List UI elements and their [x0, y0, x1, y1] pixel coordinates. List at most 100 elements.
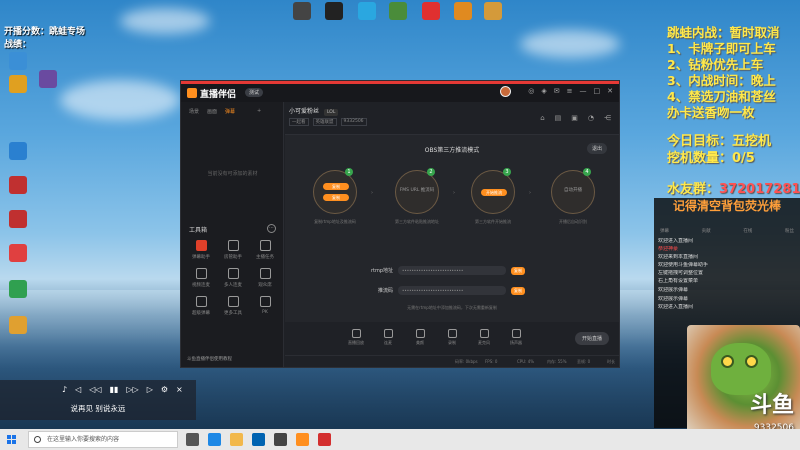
- douyu-companion-icon[interactable]: [296, 433, 309, 446]
- clipboard-icon[interactable]: ▣: [571, 114, 578, 122]
- bottom-tool[interactable]: 直播回放: [343, 329, 369, 346]
- room-category-tag[interactable]: LOL: [323, 109, 339, 116]
- toolbox-more-icon[interactable]: ⋯: [267, 224, 276, 233]
- mail-icon[interactable]: [274, 433, 287, 446]
- bottom-tool[interactable]: 录制: [439, 329, 465, 346]
- menu-icon[interactable]: ≡: [567, 87, 573, 95]
- companion-app-window[interactable]: 直播伴侣 测试 ◎ ◈ ✉ ≡ — □ ✕ 场景 画面 弹幕 + 当前没有可添加的素材…: [180, 80, 620, 368]
- user-avatar[interactable]: [500, 86, 511, 97]
- tool-item[interactable]: 观众席: [249, 268, 281, 288]
- minimize-icon[interactable]: —: [580, 87, 587, 95]
- player-control-icon[interactable]: ▷▷: [126, 385, 138, 394]
- taskbar-search-input[interactable]: 在这里输入你要搜索的内容: [28, 431, 178, 448]
- gift-icon[interactable]: ⌂: [540, 114, 544, 122]
- exit-mode-button[interactable]: 退出: [586, 143, 607, 154]
- tool-label: 观众席: [258, 283, 272, 288]
- step-number: 4: [583, 168, 591, 176]
- desktop-shortcut[interactable]: [473, 2, 513, 22]
- bottom-tool[interactable]: 麦克风: [471, 329, 497, 346]
- sidebar-tab[interactable]: 画面: [207, 108, 217, 115]
- room-sub-info: 一起看 英雄联盟 9332506: [289, 118, 367, 126]
- player-control-icon[interactable]: ▷: [147, 385, 153, 394]
- room-name[interactable]: 小可爱粉丝: [289, 108, 319, 115]
- desktop-shortcut[interactable]: [0, 142, 38, 162]
- player-control-icon[interactable]: ⚙: [161, 385, 168, 394]
- overlay-fans-group: 水友群：372017281: [667, 178, 800, 197]
- bottom-tool[interactable]: 连麦: [375, 329, 401, 346]
- skin-icon[interactable]: ◈: [541, 87, 546, 95]
- player-control-icon[interactable]: ▮▮: [110, 385, 119, 394]
- start-icon[interactable]: [7, 435, 16, 444]
- chat-line: 恭迎神豪: [658, 246, 679, 252]
- search-placeholder: 在这里输入你要搜索的内容: [47, 436, 120, 443]
- desktop-shortcut[interactable]: [0, 176, 38, 196]
- player-control-icon[interactable]: ♪: [62, 385, 67, 394]
- desktop-shortcut[interactable]: [0, 210, 38, 230]
- app-icon: [293, 2, 311, 20]
- bottom-tool-icon: [383, 329, 393, 338]
- tool-item[interactable]: 主播任务: [249, 240, 281, 260]
- edge-icon[interactable]: [208, 433, 221, 446]
- app-icon: [9, 244, 27, 262]
- tool-item[interactable]: PK: [249, 296, 281, 316]
- chat-tab[interactable]: 粉丝: [785, 228, 794, 235]
- sidebar-tutorial-link[interactable]: 斗鱼直播伴侣使用教程: [187, 356, 232, 362]
- chat-line: 欢迎进入直播间: [658, 304, 694, 310]
- task-view-icon[interactable]: [186, 433, 199, 446]
- room-sub-item[interactable]: 9332506: [340, 118, 367, 126]
- room-sub-item[interactable]: 英雄联盟: [312, 118, 337, 126]
- overlay-rule-line: 办卡送香吻一枚: [667, 105, 755, 120]
- player-control-icon[interactable]: ×: [176, 385, 183, 394]
- tool-item[interactable]: 房管助手: [217, 240, 249, 260]
- lock-icon[interactable]: ▤: [555, 114, 562, 122]
- start-live-button[interactable]: 开始直播: [574, 332, 609, 345]
- chat-tab[interactable]: 在线: [743, 228, 752, 235]
- app-title-bar[interactable]: 直播伴侣 测试 ◎ ◈ ✉ ≡ — □ ✕: [181, 81, 619, 102]
- copy-rtmp-button[interactable]: 复制: [511, 266, 525, 275]
- taskbar-apps: [186, 433, 331, 446]
- maximize-icon[interactable]: □: [594, 87, 601, 95]
- mail-icon[interactable]: ✉: [554, 87, 560, 95]
- tool-item[interactable]: 弹幕助手: [185, 240, 217, 260]
- tool-icon: [195, 296, 207, 307]
- sidebar-tab[interactable]: 弹幕: [225, 108, 235, 115]
- tool-item[interactable]: 超级弹幕: [185, 296, 217, 316]
- tool-item[interactable]: 视频连麦: [185, 268, 217, 288]
- app-icon: [325, 2, 343, 20]
- rtmp-input[interactable]: ••••••••••••••••••••••••••: [398, 266, 506, 275]
- headset-icon[interactable]: ◎: [528, 87, 534, 95]
- bottom-tool[interactable]: 美颜: [407, 329, 433, 346]
- mascot-brand: 斗鱼: [749, 393, 794, 418]
- room-sub-item[interactable]: 一起看: [289, 118, 309, 126]
- sidebar-empty-text: 当前没有可添加的素材: [207, 171, 258, 177]
- bottom-tool[interactable]: 扬声器: [503, 329, 529, 346]
- add-tab-icon[interactable]: +: [257, 108, 261, 115]
- chat-tab[interactable]: 弹幕: [660, 228, 669, 235]
- tool-item[interactable]: 多人连麦: [217, 268, 249, 288]
- tool-item[interactable]: 更多工具: [217, 296, 249, 316]
- tool-icon: [195, 240, 207, 251]
- copy-key-button[interactable]: 复制: [511, 286, 525, 295]
- key-input[interactable]: ••••••••••••••••••••••••••: [398, 286, 506, 295]
- share-icon[interactable]: ⋲: [604, 114, 611, 122]
- chat-line: 欢迎进入直播间: [658, 238, 694, 244]
- desktop-shortcut[interactable]: [28, 70, 68, 90]
- store-icon[interactable]: [252, 433, 265, 446]
- explorer-icon[interactable]: [230, 433, 243, 446]
- netease-music-icon[interactable]: [318, 433, 331, 446]
- desktop-shortcut[interactable]: [0, 244, 38, 264]
- bottom-tool-icon: [447, 329, 457, 338]
- bottom-tools: 直播回放 连麦 美颜 录制 麦克风 扬声器: [343, 329, 529, 346]
- sidebar-tab[interactable]: 场景: [189, 108, 199, 115]
- bottom-tool-label: 美颜: [416, 340, 424, 345]
- desktop-shortcut[interactable]: [0, 316, 38, 336]
- bell-icon[interactable]: ◔: [588, 114, 594, 122]
- player-control-icon[interactable]: ◁◁: [89, 385, 101, 394]
- chat-tab[interactable]: 贡献: [702, 228, 711, 235]
- app-icon: [9, 210, 27, 228]
- desktop-shortcut[interactable]: [0, 52, 38, 72]
- step-pill: 复制: [323, 194, 349, 201]
- player-control-icon[interactable]: ◁: [75, 385, 81, 394]
- close-icon[interactable]: ✕: [607, 87, 613, 95]
- desktop-shortcut[interactable]: [0, 280, 38, 300]
